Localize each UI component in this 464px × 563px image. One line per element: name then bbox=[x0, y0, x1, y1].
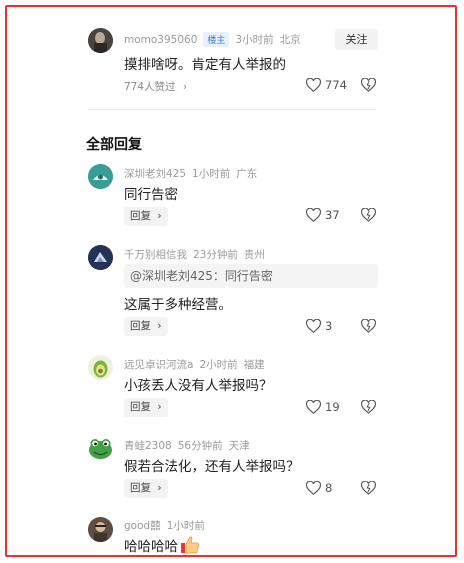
avatar-image bbox=[88, 517, 113, 542]
reply-button[interactable]: 回复 › bbox=[124, 207, 168, 226]
comment-time: 56分钟前 bbox=[177, 440, 223, 452]
avatar-momo[interactable] bbox=[88, 28, 113, 53]
avatar-reply-4[interactable] bbox=[88, 436, 113, 461]
reply-3-meta: 远见卓识河流a 2小时前 福建 bbox=[124, 357, 271, 372]
comment-text: 假若合法化，还有人举报吗？ bbox=[124, 459, 300, 475]
chevron-right-icon: › bbox=[157, 401, 162, 413]
avatar-reply-1[interactable] bbox=[88, 164, 113, 189]
reply-label: 回复 bbox=[130, 401, 151, 413]
comment-time: 2小时前 bbox=[199, 359, 238, 371]
reply-5-meta: good囍 1小时前 bbox=[124, 518, 211, 533]
comment-text: 哈哈哈哈 bbox=[124, 535, 200, 558]
comment-time: 1小时前 bbox=[192, 168, 231, 180]
like-button[interactable]: 8 bbox=[306, 481, 332, 495]
comment-location: 贵州 bbox=[243, 249, 265, 261]
reply-2-meta: 千万别相信我 23分钟前 贵州 bbox=[124, 247, 271, 262]
reply-1-meta: 深圳老刘425 1小时前 广东 bbox=[124, 166, 263, 181]
comment-location: 广东 bbox=[236, 168, 258, 180]
reply-label: 回复 bbox=[130, 210, 151, 222]
comment-location: 天津 bbox=[228, 440, 250, 452]
like-button[interactable]: 3 bbox=[306, 319, 332, 333]
avatar-reply-3[interactable] bbox=[88, 355, 113, 380]
avatar-image bbox=[88, 164, 113, 189]
avatar-reply-5[interactable] bbox=[88, 517, 113, 542]
heart-icon bbox=[306, 319, 321, 333]
chevron-right-icon: › bbox=[157, 320, 162, 332]
like-count: 774 bbox=[325, 78, 347, 92]
reply-4-meta: 青蛙2308 56分钟前 天津 bbox=[124, 438, 256, 453]
like-button[interactable]: 37 bbox=[306, 208, 340, 222]
reply-button[interactable]: 回复 › bbox=[124, 479, 168, 498]
likes-list-link[interactable]: 774人赞过 › bbox=[124, 79, 187, 94]
avatar-image bbox=[88, 355, 113, 380]
username[interactable]: good囍 bbox=[124, 520, 161, 532]
comment-text: 摸排啥呀。肯定有人举报的 bbox=[124, 57, 286, 73]
reply-label: 回复 bbox=[130, 320, 151, 332]
likes-link-label: 774人赞过 bbox=[124, 81, 176, 93]
username[interactable]: 深圳老刘425 bbox=[124, 168, 186, 180]
divider bbox=[88, 109, 376, 110]
comment-text: 这属于多种经营。 bbox=[124, 297, 232, 313]
comment-text: 同行告密 bbox=[124, 187, 178, 203]
username[interactable]: 远见卓识河流a bbox=[124, 359, 193, 371]
dislike-icon[interactable] bbox=[361, 319, 376, 334]
chevron-right-icon: › bbox=[157, 210, 162, 222]
comment-location: 北京 bbox=[279, 34, 301, 46]
dislike-icon[interactable] bbox=[361, 400, 376, 415]
reply-button[interactable]: 回复 › bbox=[124, 317, 168, 336]
username[interactable]: momo395060 bbox=[124, 34, 197, 46]
comment-time: 23分钟前 bbox=[193, 249, 238, 261]
op-badge: 楼主 bbox=[203, 32, 230, 47]
comment-text-body: 哈哈哈哈 bbox=[124, 539, 178, 555]
reply-label: 回复 bbox=[130, 482, 151, 494]
like-button[interactable]: 19 bbox=[306, 400, 340, 414]
comment-time: 1小时前 bbox=[166, 520, 205, 532]
comment-time: 3小时前 bbox=[235, 34, 274, 46]
dislike-icon[interactable] bbox=[361, 78, 376, 93]
avatar-reply-2[interactable] bbox=[88, 245, 113, 270]
username[interactable]: 青蛙2308 bbox=[124, 440, 172, 452]
dislike-icon[interactable] bbox=[361, 208, 376, 223]
heart-icon bbox=[306, 78, 321, 92]
avatar-image bbox=[88, 245, 113, 270]
quoted-comment: @深圳老刘425：同行告密 bbox=[124, 264, 378, 288]
avatar-image bbox=[89, 439, 112, 459]
thumbs-up-emoji-icon bbox=[180, 536, 200, 558]
reply-button[interactable]: 回复 › bbox=[124, 398, 168, 417]
dislike-icon[interactable] bbox=[361, 481, 376, 496]
heart-icon bbox=[306, 400, 321, 414]
chevron-right-icon: › bbox=[182, 81, 188, 93]
follow-button[interactable]: 关注 bbox=[335, 29, 378, 50]
heart-icon bbox=[306, 481, 321, 495]
comment-location: 福建 bbox=[243, 359, 265, 371]
avatar-image bbox=[88, 28, 113, 53]
like-count: 3 bbox=[325, 319, 333, 333]
like-count: 8 bbox=[325, 481, 333, 495]
section-title: 全部回复 bbox=[86, 137, 142, 153]
top-comment-meta: momo395060 楼主 3小时前 北京 bbox=[124, 32, 307, 47]
like-button[interactable]: 774 bbox=[306, 78, 347, 92]
like-count: 19 bbox=[325, 400, 340, 414]
comment-text: 小孩丢人没有人举报吗？ bbox=[124, 378, 273, 394]
chevron-right-icon: › bbox=[157, 482, 162, 494]
like-count: 37 bbox=[325, 208, 340, 222]
username[interactable]: 千万别相信我 bbox=[124, 249, 187, 261]
heart-icon bbox=[306, 208, 321, 222]
